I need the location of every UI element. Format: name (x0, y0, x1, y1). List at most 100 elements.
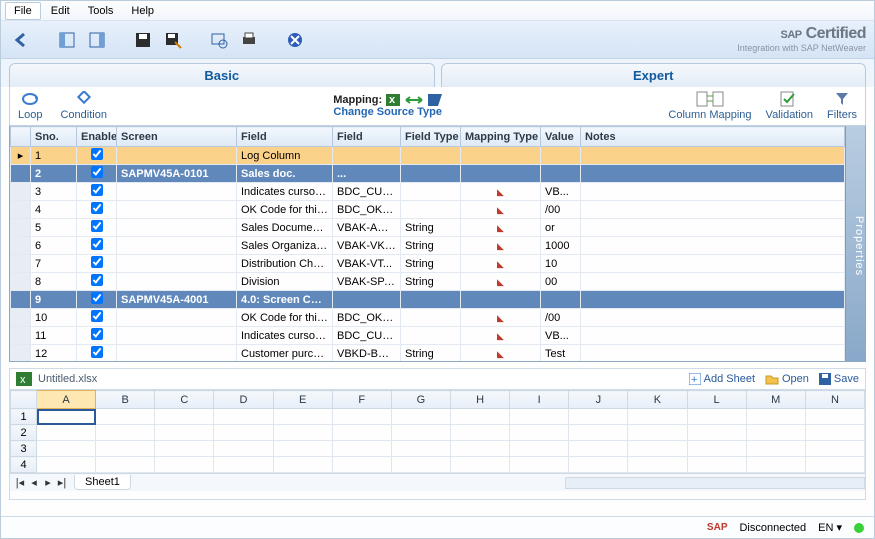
col-notes[interactable]: Notes (581, 127, 845, 147)
save-button[interactable]: Save (819, 373, 859, 385)
cell-A2[interactable] (37, 425, 96, 441)
cell-K4[interactable] (628, 457, 687, 473)
cell-E2[interactable] (273, 425, 332, 441)
menu-edit[interactable]: Edit (43, 3, 78, 19)
table-row[interactable]: 11Indicates cursor ...BDC_CUR...◣VB... (11, 327, 845, 345)
enable-checkbox[interactable] (91, 256, 103, 268)
cell-G4[interactable] (391, 457, 450, 473)
cell-K2[interactable] (628, 425, 687, 441)
add-sheet-button[interactable]: +Add Sheet (689, 373, 755, 385)
change-source-type-link[interactable]: Change Source Type (107, 106, 668, 118)
enable-checkbox[interactable] (91, 274, 103, 286)
status-language[interactable]: EN ▾ (818, 521, 842, 534)
enable-checkbox[interactable] (91, 202, 103, 214)
sheet-nav-prev[interactable]: ◂ (28, 476, 40, 489)
cell-E1[interactable] (273, 409, 332, 425)
col-enable[interactable]: Enable (77, 127, 117, 147)
enable-checkbox[interactable] (91, 166, 103, 178)
enable-checkbox[interactable] (91, 346, 103, 358)
cell-K3[interactable] (628, 441, 687, 457)
cell-B3[interactable] (96, 441, 155, 457)
col-header-L[interactable]: L (687, 391, 746, 409)
sap-target-icon[interactable] (428, 94, 442, 106)
col-header-J[interactable]: J (569, 391, 628, 409)
cell-C3[interactable] (155, 441, 214, 457)
enable-checkbox[interactable] (91, 328, 103, 340)
row-header-4[interactable]: 4 (11, 457, 37, 473)
cell-C4[interactable] (155, 457, 214, 473)
properties-panel-tab[interactable]: Properties (845, 126, 865, 361)
enable-checkbox[interactable] (91, 238, 103, 250)
col-header-K[interactable]: K (628, 391, 687, 409)
cell-J2[interactable] (569, 425, 628, 441)
cell-I4[interactable] (510, 457, 569, 473)
cell-E4[interactable] (273, 457, 332, 473)
enable-checkbox[interactable] (91, 220, 103, 232)
sheet-tab-1[interactable]: Sheet1 (74, 475, 131, 490)
cell-D4[interactable] (214, 457, 273, 473)
sheet-nav-next[interactable]: ▸ (42, 476, 54, 489)
preview-icon[interactable] (207, 28, 231, 52)
stop-icon[interactable] (283, 28, 307, 52)
row-header-1[interactable]: 1 (11, 409, 37, 425)
col-header-H[interactable]: H (450, 391, 509, 409)
col-header-M[interactable]: M (746, 391, 805, 409)
cell-D1[interactable] (214, 409, 273, 425)
col-header-N[interactable]: N (805, 391, 864, 409)
table-row[interactable]: 9SAPMV45A-40014.0: Screen Con... (11, 291, 845, 309)
cell-G2[interactable] (391, 425, 450, 441)
tab-expert[interactable]: Expert (441, 63, 867, 87)
cell-C2[interactable] (155, 425, 214, 441)
cell-F4[interactable] (332, 457, 391, 473)
cell-H2[interactable] (450, 425, 509, 441)
row-header-3[interactable]: 3 (11, 441, 37, 457)
cell-N2[interactable] (805, 425, 864, 441)
cell-M2[interactable] (746, 425, 805, 441)
validation-button[interactable]: Validation (766, 91, 814, 121)
cell-B1[interactable] (96, 409, 155, 425)
cell-M3[interactable] (746, 441, 805, 457)
cell-F3[interactable] (332, 441, 391, 457)
cell-K1[interactable] (628, 409, 687, 425)
cell-G1[interactable] (391, 409, 450, 425)
col-header-I[interactable]: I (510, 391, 569, 409)
cell-M4[interactable] (746, 457, 805, 473)
table-row[interactable]: 7Distribution Chan...VBAK-VT...String◣10 (11, 255, 845, 273)
sheet-nav-first[interactable]: |◂ (14, 476, 26, 489)
sheet-hscroll[interactable] (565, 477, 865, 489)
table-row[interactable]: 6Sales OrganizationVBAK-VKO...String◣100… (11, 237, 845, 255)
sheet-nav-last[interactable]: ▸| (56, 476, 68, 489)
table-row[interactable]: 12Customer purcha...VBKD-BSTKDString◣Tes… (11, 345, 845, 362)
enable-checkbox[interactable] (91, 184, 103, 196)
cell-B4[interactable] (96, 457, 155, 473)
tab-basic[interactable]: Basic (9, 63, 435, 87)
save-icon[interactable] (131, 28, 155, 52)
cell-I3[interactable] (510, 441, 569, 457)
col-field[interactable]: Field (237, 127, 333, 147)
cell-L2[interactable] (687, 425, 746, 441)
cell-H3[interactable] (450, 441, 509, 457)
col-header-A[interactable]: A (37, 391, 96, 409)
panel-right-icon[interactable] (85, 28, 109, 52)
print-icon[interactable] (237, 28, 261, 52)
cell-H1[interactable] (450, 409, 509, 425)
excel-icon[interactable]: x (386, 94, 400, 106)
spreadsheet[interactable]: ABCDEFGHIJKLMN 1234 |◂ ◂ ▸ ▸| Sheet1 (9, 390, 866, 500)
cell-J4[interactable] (569, 457, 628, 473)
cell-H4[interactable] (450, 457, 509, 473)
cell-L4[interactable] (687, 457, 746, 473)
enable-checkbox[interactable] (91, 310, 103, 322)
cell-L3[interactable] (687, 441, 746, 457)
col-header-C[interactable]: C (155, 391, 214, 409)
cell-F1[interactable] (332, 409, 391, 425)
col-header-E[interactable]: E (273, 391, 332, 409)
table-row[interactable]: 2SAPMV45A-0101Sales doc.... (11, 165, 845, 183)
col-field-type[interactable]: Field Type (401, 127, 461, 147)
table-row[interactable]: 4OK Code for this ...BDC_OKC...◣/00 (11, 201, 845, 219)
cell-N1[interactable] (805, 409, 864, 425)
cell-F2[interactable] (332, 425, 391, 441)
loop-button[interactable]: Loop (18, 91, 42, 121)
row-header-2[interactable]: 2 (11, 425, 37, 441)
menu-file[interactable]: File (5, 2, 41, 20)
table-row[interactable]: ▸1Log Column (11, 147, 845, 165)
